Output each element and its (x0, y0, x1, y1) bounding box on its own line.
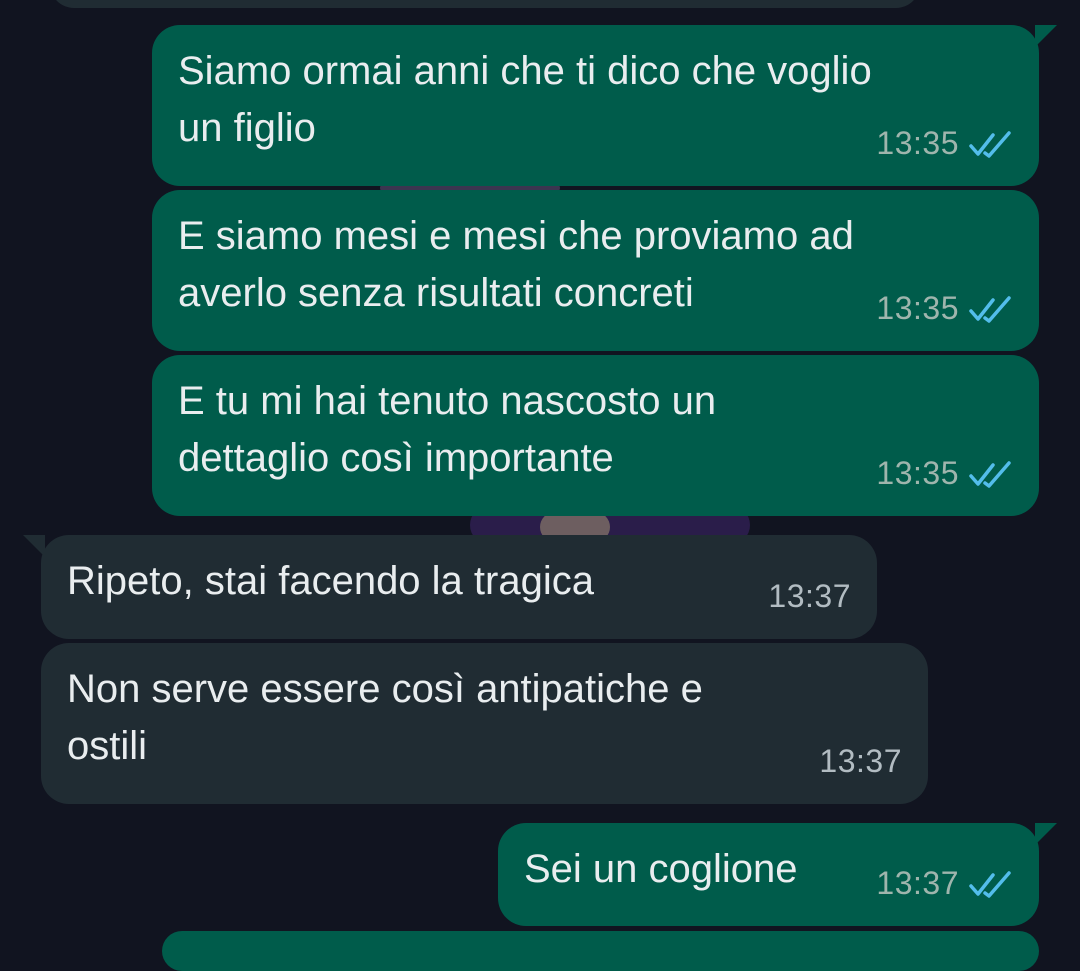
message-meta: 13:37 (876, 855, 1015, 912)
message-text: Non serve essere così antipatiche e osti… (67, 667, 703, 768)
message-bubble-outgoing[interactable]: Siamo ormai anni che ti dico che voglio … (152, 25, 1057, 186)
message-bubble-incoming[interactable]: Ripeto, stai facendo la tragica 13:37 (23, 535, 877, 639)
double-check-read-icon (969, 870, 1011, 898)
bubble-tail (1035, 25, 1057, 47)
message-bubble-incoming[interactable]: Non serve essere così antipatiche e osti… (41, 643, 928, 804)
message-bubble-outgoing[interactable]: E tu mi hai tenuto nascosto un dettaglio… (152, 355, 1039, 516)
message-time: 13:37 (819, 743, 902, 779)
message-bubble-outgoing[interactable]: Sei un coglione 13:37 (498, 823, 1057, 926)
message-meta: 13:37 (819, 733, 902, 790)
double-check-read-icon (969, 460, 1011, 488)
message-meta: 13:35 (876, 445, 1015, 502)
message-time: 13:37 (876, 865, 959, 901)
bubble-tail (1035, 823, 1057, 845)
partial-message-bubble (162, 931, 1039, 971)
message-time: 13:35 (876, 455, 959, 491)
message-bubble-outgoing[interactable]: E siamo mesi e mesi che proviamo ad aver… (152, 190, 1039, 351)
double-check-read-icon (969, 295, 1011, 323)
message-meta: 13:35 (876, 280, 1015, 337)
message-time: 13:35 (876, 125, 959, 161)
bubble-tail (23, 535, 45, 557)
partial-message-bubble (50, 0, 920, 8)
message-text: Ripeto, stai facendo la tragica (67, 559, 594, 603)
message-time: 13:35 (876, 290, 959, 326)
message-time: 13:37 (768, 578, 851, 614)
message-meta: 13:37 (768, 568, 851, 625)
double-check-read-icon (969, 130, 1011, 158)
message-meta: 13:35 (876, 115, 1015, 172)
